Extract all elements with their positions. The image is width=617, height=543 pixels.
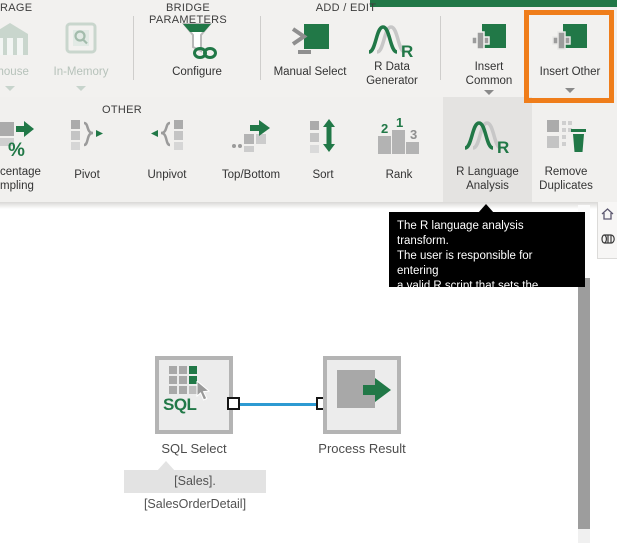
r-language-analysis-icon: R (463, 118, 513, 161)
svg-text:3: 3 (410, 127, 417, 142)
percentage-sampling-icon: % (0, 118, 38, 163)
cursor-arrow-icon (196, 381, 213, 406)
process-result-arrow-icon (363, 377, 393, 408)
configure-icon (175, 22, 219, 65)
insert-common-button[interactable]: Insert Common (451, 0, 527, 97)
svg-text:1: 1 (396, 118, 403, 130)
app-window: RAGE BRIDGE PARAMETERS ADD / EDIT ehouse… (0, 0, 617, 543)
pivot-button[interactable]: Pivot (47, 97, 127, 202)
sql-select-node-label: SQL Select (134, 441, 254, 456)
insert-other-icon (551, 22, 589, 65)
connection-line[interactable] (240, 403, 316, 406)
vertical-scrollbar-thumb[interactable] (578, 278, 590, 529)
sql-source-annotation: [Sales].[SalesOrderDetail] (124, 470, 266, 493)
dropdown-caret-icon (5, 86, 15, 91)
svg-text:%: % (8, 140, 25, 158)
data-preview-icon[interactable] (601, 231, 615, 249)
in-memory-button: In-Memory (43, 0, 119, 97)
warehouse-button: ehouse (0, 0, 48, 97)
remove-duplicates-icon (545, 118, 587, 159)
unpivot-icon (149, 118, 185, 155)
pivot-icon (69, 118, 105, 155)
svg-text:R: R (401, 42, 413, 60)
warehouse-icon (0, 22, 29, 61)
sql-table-icon (169, 366, 197, 394)
rank-button[interactable]: 2 1 3 Rank (359, 97, 439, 202)
top-bottom-button[interactable]: Top/Bottom (207, 97, 295, 202)
dropdown-caret-icon (484, 90, 494, 95)
r-language-analysis-button[interactable]: R R Language Analysis (443, 97, 532, 202)
group-separator (260, 16, 261, 80)
configure-button[interactable]: Configure (157, 0, 237, 97)
insert-common-icon (470, 22, 508, 65)
manual-select-button[interactable]: Manual Select (268, 0, 352, 97)
dropdown-caret-icon (565, 88, 575, 93)
svg-text:2: 2 (381, 121, 388, 136)
sort-button[interactable]: Sort (285, 97, 361, 202)
r-language-analysis-tooltip: The R language analysis transform. The u… (389, 212, 585, 287)
in-memory-icon (65, 22, 97, 59)
right-mini-toolbar (597, 202, 617, 259)
svg-text:R: R (497, 138, 509, 156)
output-port[interactable] (227, 397, 240, 410)
rank-icon: 2 1 3 (376, 118, 422, 159)
sql-icon-text: SQL (163, 395, 196, 415)
manual-select-icon (289, 22, 331, 61)
ribbon-bottom-shadow (0, 202, 617, 209)
r-data-generator-icon: R (367, 22, 417, 65)
vertical-scrollbar-end (578, 529, 590, 543)
r-data-generator-button[interactable]: R R Data Generator (350, 0, 434, 97)
process-result-node-label: Process Result (302, 441, 422, 456)
insert-other-button[interactable]: Insert Other (528, 0, 612, 97)
group-separator (133, 16, 134, 80)
group-separator (440, 16, 441, 80)
top-bottom-icon (230, 118, 272, 157)
unpivot-button[interactable]: Unpivot (127, 97, 207, 202)
sort-icon (308, 118, 338, 159)
remove-duplicates-button[interactable]: Remove Duplicates (524, 97, 608, 202)
dropdown-caret-icon (76, 86, 86, 91)
home-icon[interactable] (601, 207, 614, 225)
